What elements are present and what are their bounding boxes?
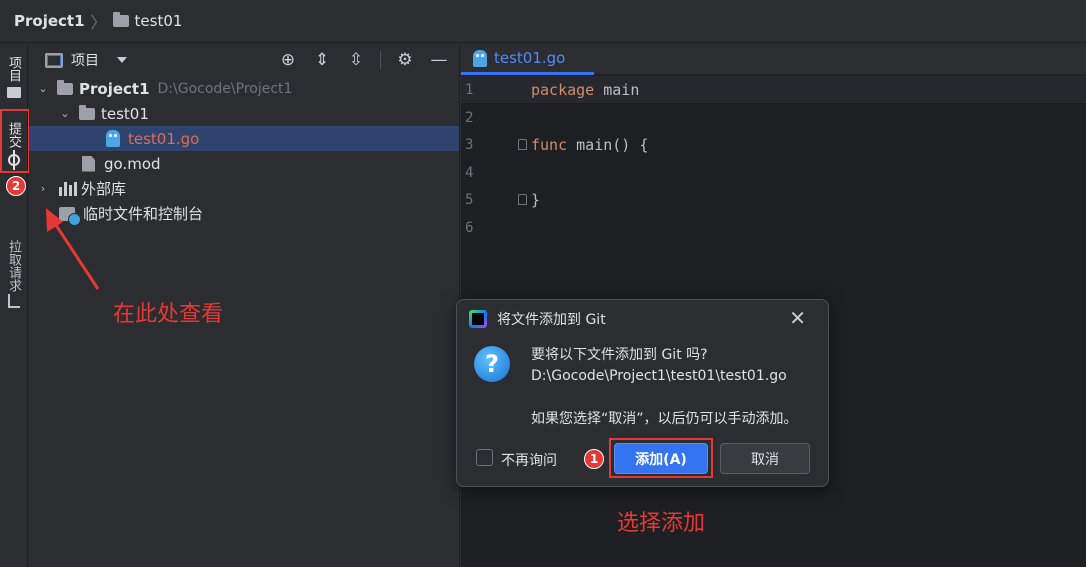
annotation-view-here: 在此处查看 xyxy=(113,302,224,327)
annotation-select-add: 选择添加 xyxy=(617,511,706,536)
annotation-arrow xyxy=(46,208,100,290)
